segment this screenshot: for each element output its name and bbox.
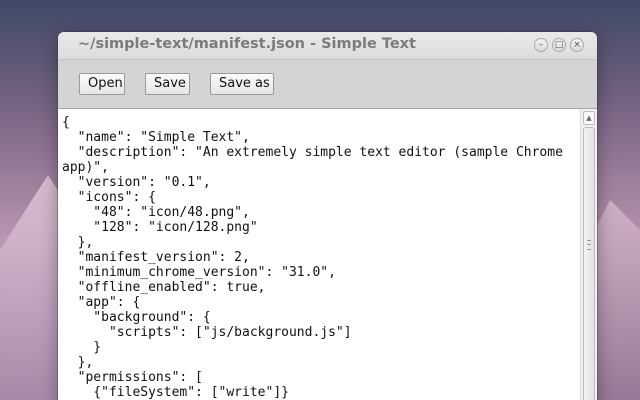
scroll-up-arrow-icon[interactable]: ▲ (583, 111, 595, 125)
open-button[interactable]: Open (79, 73, 125, 95)
maximize-icon[interactable]: □ (552, 38, 566, 52)
save-as-button[interactable]: Save as (210, 73, 274, 95)
editor-content[interactable]: { "name": "Simple Text", "description": … (62, 115, 576, 400)
scrollbar-thumb[interactable] (583, 127, 595, 400)
minimize-icon[interactable]: – (534, 38, 548, 52)
vertical-scrollbar[interactable]: ▲ (580, 109, 597, 400)
title-bar[interactable]: ~/simple-text/manifest.json - Simple Tex… (58, 32, 597, 60)
save-button[interactable]: Save (145, 73, 190, 95)
toolbar: Open Save Save as (58, 60, 597, 108)
scrollbar-grip-icon (587, 240, 591, 250)
app-window: ~/simple-text/manifest.json - Simple Tex… (58, 32, 597, 400)
close-icon[interactable]: × (570, 38, 584, 52)
text-editor[interactable]: { "name": "Simple Text", "description": … (58, 108, 597, 400)
window-title: ~/simple-text/manifest.json - Simple Tex… (78, 36, 416, 52)
